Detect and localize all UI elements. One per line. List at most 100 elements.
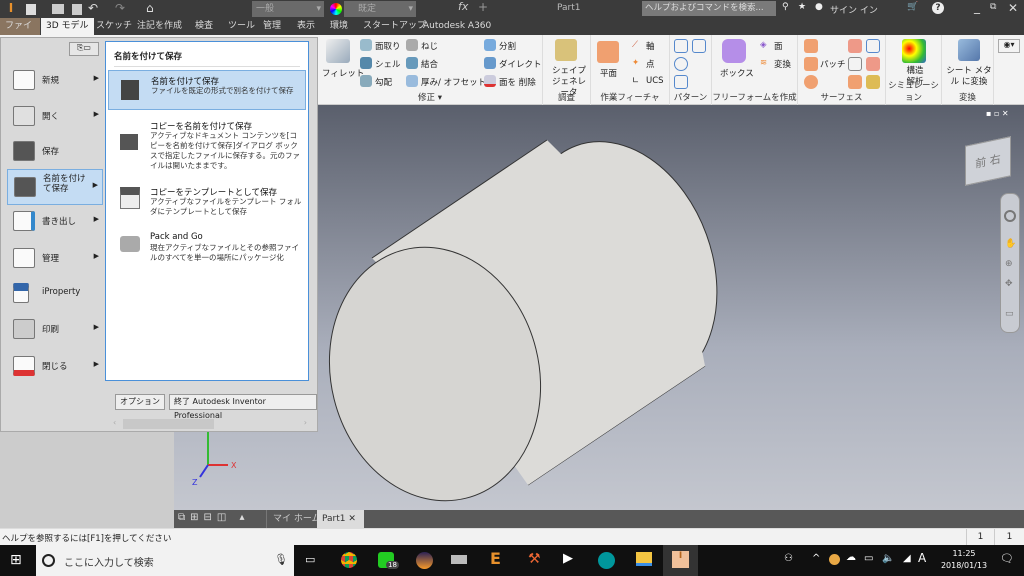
tab-manage[interactable]: 管理: [258, 18, 286, 35]
chamfer-button[interactable]: 面取り: [375, 40, 401, 52]
scroll-left-icon[interactable]: ‹: [113, 418, 116, 427]
tab-environments[interactable]: 環境: [325, 18, 353, 35]
file-explorer-icon[interactable]: [636, 552, 652, 566]
tab-inspect[interactable]: 検査: [190, 18, 218, 35]
save-icon[interactable]: [72, 4, 82, 15]
extend-icon[interactable]: [866, 39, 880, 53]
look-at-icon[interactable]: ▭: [1005, 309, 1014, 319]
file-menu-save[interactable]: 保存: [7, 134, 103, 168]
clock[interactable]: 11:25 2018/01/13: [935, 548, 993, 572]
viewcube-front[interactable]: 前: [975, 155, 986, 170]
volume-icon[interactable]: 🔈: [882, 553, 894, 564]
help-icon[interactable]: ?: [932, 2, 944, 14]
microphone-icon[interactable]: 🎙: [274, 553, 288, 566]
viewport-window-controls[interactable]: ▪ ▫ ✕: [986, 109, 1009, 118]
plane-button[interactable]: 平面: [600, 67, 617, 79]
file-menu-manage[interactable]: 管理 ▶: [7, 241, 103, 275]
tab-file[interactable]: ファイル: [0, 18, 40, 48]
line-icon[interactable]: 18: [378, 552, 399, 569]
save-as-option[interactable]: 名前を付けて保存 ファイルを既定の形式で別名を付けて保存: [108, 70, 306, 110]
close-button[interactable]: ✕: [1008, 1, 1018, 15]
trim-icon[interactable]: [848, 57, 862, 71]
thicken-surface-icon[interactable]: [804, 39, 818, 53]
group-label-modify[interactable]: 修正 ▾: [318, 91, 542, 103]
action-center-icon[interactable]: 🗨: [1000, 552, 1014, 565]
patch-button[interactable]: パッチ: [820, 58, 846, 70]
mirror-icon[interactable]: [692, 39, 706, 53]
file-menu-new[interactable]: 新規 ▶: [7, 63, 103, 97]
user-icon[interactable]: ●: [815, 2, 823, 12]
convert-sheet-metal-button[interactable]: シート メタル に変換: [945, 66, 993, 88]
rect-pattern-icon[interactable]: [674, 39, 688, 53]
face-button[interactable]: 面: [774, 40, 783, 52]
chip-icon[interactable]: [451, 555, 467, 564]
stitch-icon[interactable]: [848, 39, 862, 53]
options-button[interactable]: オプション: [115, 394, 165, 410]
delete-face-button[interactable]: 面を 削除: [499, 76, 536, 88]
steering-wheel-icon[interactable]: [1004, 210, 1016, 222]
thicken-button[interactable]: 厚み/ オフセット: [421, 76, 486, 88]
file-menu-open[interactable]: 開く ▶: [7, 99, 103, 133]
eclipse-icon[interactable]: [416, 552, 433, 569]
ucs-button[interactable]: UCS: [646, 76, 664, 86]
close-tab-icon[interactable]: ✕: [348, 514, 356, 524]
file-menu-print[interactable]: 印刷 ▶: [7, 312, 103, 346]
sketch-pattern-icon[interactable]: [674, 75, 688, 89]
windows-start-icon[interactable]: ⊞: [10, 552, 22, 568]
color-wheel-icon[interactable]: [330, 3, 342, 15]
ribbon-options-button[interactable]: ◉▾: [998, 39, 1020, 53]
tab-view[interactable]: 表示: [292, 18, 320, 35]
minimize-button[interactable]: _: [974, 0, 980, 14]
exit-button[interactable]: 終了 Autodesk Inventor Professional: [169, 394, 317, 420]
file-menu-close[interactable]: 閉じる ▶: [7, 349, 103, 383]
battery-icon[interactable]: ▭: [864, 553, 873, 564]
shell-button[interactable]: シェル: [375, 58, 401, 70]
axis-button[interactable]: 軸: [646, 40, 655, 52]
style-select[interactable]: 一般 ▾: [252, 1, 324, 17]
direct-button[interactable]: ダイレクト: [499, 58, 542, 70]
convert-button[interactable]: 変換: [774, 58, 791, 70]
onedrive-icon[interactable]: ☁: [846, 552, 856, 563]
save-copy-as-template-option[interactable]: コピーをテンプレートとして保存 アクティブなファイルをテンプレート フォルダにテ…: [108, 182, 306, 222]
navigation-bar[interactable]: ✋ ⊕ ✥ ▭: [1000, 193, 1020, 333]
people-icon[interactable]: ⚇: [784, 553, 793, 564]
thread-button[interactable]: ねじ: [421, 40, 438, 52]
material-select[interactable]: 既定 ▾: [344, 1, 416, 17]
taskbar-search-input[interactable]: ここに入力して検索 🎙: [36, 545, 294, 576]
tray-app-icon[interactable]: [829, 554, 840, 565]
viewcube-right[interactable]: 右: [990, 152, 1001, 167]
chrome-icon[interactable]: [341, 552, 357, 568]
app-play-icon[interactable]: ▶: [563, 551, 573, 566]
pack-and-go-option[interactable]: Pack and Go 現在アクティブなファイルとその参照ファイルのすべてを単一…: [108, 228, 306, 268]
satellite-icon[interactable]: ⚲: [782, 2, 789, 12]
draft-button[interactable]: 勾配: [375, 76, 392, 88]
sculpt-icon[interactable]: [804, 75, 818, 89]
file-menu-export[interactable]: 書き出し ▶: [7, 204, 103, 238]
scroll-right-icon[interactable]: ›: [304, 418, 307, 427]
combine-button[interactable]: 結合: [421, 58, 438, 70]
plus-icon[interactable]: +: [478, 0, 488, 14]
wifi-icon[interactable]: ◢: [903, 553, 911, 564]
scrollbar-thumb[interactable]: [123, 419, 214, 429]
replace-face-icon[interactable]: [866, 57, 880, 71]
help-search-input[interactable]: ヘルプおよびコマンドを検索...: [642, 1, 776, 16]
undo-icon[interactable]: ↶: [88, 1, 98, 15]
box-button[interactable]: ボックス: [720, 67, 754, 79]
home-icon[interactable]: ⌂: [146, 1, 154, 15]
app-tool-icon[interactable]: ⚒: [528, 551, 541, 567]
tab-a360[interactable]: Autodesk A360: [418, 18, 496, 35]
inventor-taskbar-button[interactable]: I: [663, 545, 698, 576]
arduino-icon[interactable]: [598, 552, 615, 569]
tab-part1[interactable]: Part1 ✕: [317, 510, 364, 528]
task-view-icon[interactable]: ▭: [305, 553, 315, 566]
star-icon[interactable]: ★: [798, 2, 806, 12]
fillet-button[interactable]: フィレット: [322, 67, 364, 79]
split-button[interactable]: 分割: [499, 40, 516, 52]
file-menu-iproperty[interactable]: iProperty: [7, 276, 103, 310]
show-hidden-icons[interactable]: ^: [812, 553, 820, 564]
ime-indicator[interactable]: A: [918, 551, 926, 565]
orbit-icon[interactable]: ✥: [1005, 279, 1013, 289]
horizontal-scrollbar[interactable]: ‹ ›: [109, 418, 311, 430]
zoom-icon[interactable]: ⊕: [1005, 259, 1013, 269]
repair-icon[interactable]: [866, 75, 880, 89]
